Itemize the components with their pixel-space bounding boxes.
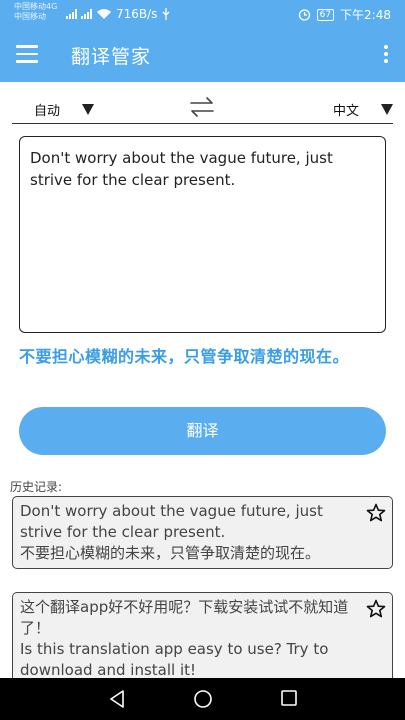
history-item[interactable]: Don't worry about the vague future, just…: [12, 496, 393, 569]
star-icon[interactable]: [366, 503, 386, 523]
translation-result: 不要担心模糊的未来，只管争取清楚的现在。: [19, 347, 350, 366]
target-language-label: 中文: [332, 104, 359, 119]
carrier-2: 中国移动: [14, 12, 46, 21]
signal-2-icon: [81, 9, 92, 19]
clock: 下午2:48: [340, 8, 391, 22]
network-speed: 716B/s: [116, 7, 158, 21]
network-indicators: 716B/s: [66, 7, 171, 21]
source-language-label: 自动: [34, 104, 61, 119]
recent-apps-square-icon[interactable]: [280, 689, 298, 707]
home-circle-icon[interactable]: [193, 689, 213, 709]
battery-indicator: 67: [316, 8, 335, 21]
star-icon[interactable]: [366, 599, 386, 619]
swap-languages-icon[interactable]: [188, 94, 216, 120]
dropdown-triangle-icon: [82, 104, 95, 115]
status-bar: 中国移动4G 中国移动 716B/s 67 下午2:48: [0, 0, 405, 28]
history-translation-text: 不要担心模糊的未来，只管争取清楚的现在。: [20, 544, 321, 562]
carrier-info: 中国移动4G 中国移动: [14, 2, 57, 22]
source-language-select[interactable]: 自动: [34, 100, 95, 119]
history-item[interactable]: 这个翻译app好不好用呢？下载安装试试不就知道了！ Is this transl…: [12, 592, 393, 678]
back-triangle-icon[interactable]: [108, 689, 126, 709]
wifi-icon: [97, 9, 111, 19]
app-title: 翻译管家: [71, 46, 152, 68]
usb-icon: [162, 7, 170, 20]
history-translation-text: Is this translation app easy to use? Try…: [20, 640, 329, 678]
app-bar: 翻译管家: [0, 28, 405, 82]
history-label: 历史记录:: [10, 480, 63, 494]
alarm-icon: [298, 9, 310, 21]
more-options-icon[interactable]: [383, 45, 389, 65]
language-bar: 自动 中文: [12, 92, 393, 124]
carrier-1: 中国移动4G: [14, 2, 58, 11]
status-right: 67 下午2:48: [298, 6, 391, 23]
navigation-bar: [0, 678, 405, 720]
history-source-text: 这个翻译app好不好用呢？下载安装试试不就知道了！: [20, 598, 349, 637]
dropdown-triangle-icon: [381, 104, 393, 115]
target-language-select[interactable]: 中文: [333, 100, 393, 119]
source-text-input[interactable]: Don't worry about the vague future, just…: [19, 136, 386, 333]
signal-icon: [66, 9, 77, 19]
history-source-text: Don't worry about the vague future, just…: [20, 502, 323, 541]
translate-button[interactable]: 翻译: [19, 407, 386, 455]
menu-icon[interactable]: [16, 45, 38, 63]
